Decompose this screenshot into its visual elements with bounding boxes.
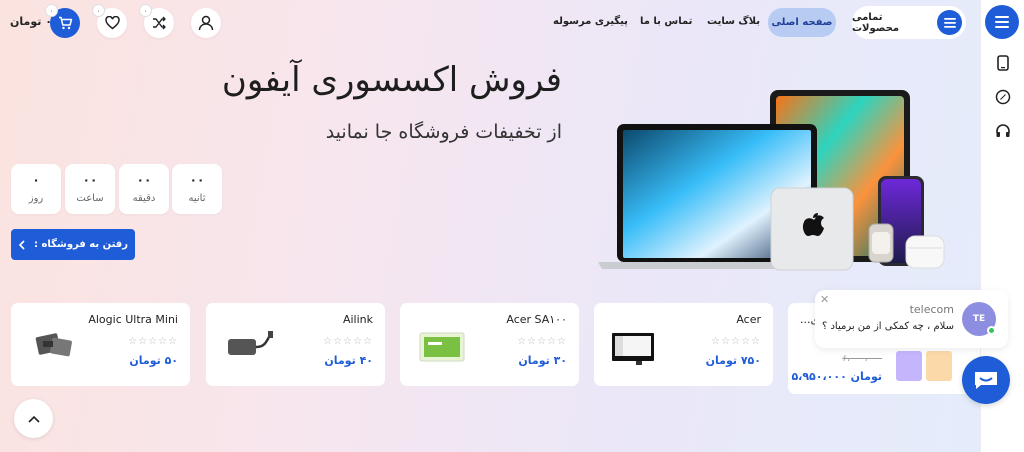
go-to-shop-label: رفتن به فروشگاه : [34, 239, 128, 250]
shuffle-icon [152, 16, 166, 30]
scroll-to-top-button[interactable] [14, 399, 53, 438]
product-image [228, 331, 273, 355]
product-card[interactable]: Ailink ☆☆☆☆☆ ۴۰ تومان [206, 303, 385, 386]
headphones-icon[interactable] [994, 122, 1012, 140]
chat-message: سلام ، چه کمکی از من برمیاد ؟ [821, 321, 954, 332]
compare-button[interactable]: ۰ [139, 4, 174, 38]
menu-icon [937, 10, 962, 35]
wishlist-button[interactable]: ۰ [92, 4, 127, 38]
product-image [419, 332, 465, 362]
product-price: ۴۰ تومان [324, 354, 373, 367]
countdown-days: ۰ روز [11, 164, 61, 214]
product-price: ۳۰ تومان [518, 354, 567, 367]
product-image [896, 351, 952, 381]
online-indicator [987, 326, 996, 335]
countdown-unit: ثانیه [188, 193, 206, 204]
nav-blog[interactable]: بلاگ سایت [707, 16, 760, 27]
countdown-unit: دقیقه [132, 193, 156, 204]
product-card[interactable]: Alogic Ultra Mini ☆☆☆☆☆ ۵۰ تومان [11, 303, 190, 386]
rail-menu-button[interactable] [985, 5, 1019, 39]
chat-icon [975, 372, 997, 389]
mobile-icon[interactable] [994, 54, 1012, 72]
product-name: Ailink [342, 313, 373, 326]
product-price: ۵،۹۵۰،۰۰۰ تومان [791, 370, 882, 383]
rating-stars: ☆☆☆☆☆ [323, 336, 373, 347]
hamburger-icon [995, 16, 1009, 28]
rating-stars: ☆☆☆☆☆ [711, 336, 761, 347]
countdown-unit: ساعت [76, 193, 104, 204]
heart-icon [104, 16, 120, 30]
product-image [612, 333, 654, 365]
user-icon [198, 15, 214, 31]
rating-stars: ☆☆☆☆☆ [517, 336, 567, 347]
hero-title: فروش اکسسوری آیفون [221, 60, 562, 100]
chat-popup[interactable]: ✕ telecom سلام ، چه کمکی از من برمیاد ؟ … [815, 290, 1008, 348]
nav-tracking[interactable]: پیگیری مرسوله [553, 16, 628, 27]
product-image [35, 333, 72, 357]
cart-count-badge: ۰ [45, 4, 58, 17]
nav-contact[interactable]: تماس با ما [640, 16, 692, 27]
apple-devices-image [598, 90, 945, 271]
wishlist-count-badge: ۰ [92, 4, 105, 17]
product-name: Acer SA۱۰۰ [506, 313, 567, 326]
hero-subtitle: از تخفیفات فروشگاه جا نمانید [325, 121, 562, 143]
product-old-price: ۶،۰۰۰،۰۰۰ [842, 354, 882, 364]
compare-count-badge: ۰ [139, 4, 152, 17]
all-products-label: تمامی محصولات [852, 11, 900, 34]
chat-agent-name: telecom [909, 303, 954, 316]
chevron-left-icon [18, 239, 25, 250]
product-price: ۵۰ تومان [129, 354, 178, 367]
compass-icon[interactable] [994, 88, 1012, 106]
cart-total: ۰ تومان [10, 15, 52, 28]
nav-home[interactable]: صفحه اصلی [768, 8, 836, 37]
countdown-hours: ۰۰ ساعت [65, 164, 115, 214]
countdown-value: ۰ [32, 173, 40, 187]
rating-stars: ☆☆☆☆☆ [128, 336, 178, 347]
go-to-shop-button[interactable]: رفتن به فروشگاه : [11, 229, 135, 260]
countdown-minutes: ۰۰ دقیقه [119, 164, 169, 214]
countdown-value: ۰۰ [82, 173, 98, 187]
product-price: ۷۵۰ تومان [705, 354, 761, 367]
chevron-up-icon [27, 415, 40, 423]
cart-button[interactable]: ۰ [45, 4, 80, 38]
cart-icon [58, 16, 72, 30]
account-button[interactable] [191, 8, 221, 38]
countdown-seconds: ۰۰ ثانیه [172, 164, 222, 214]
product-name: Alogic Ultra Mini [88, 313, 178, 326]
product-card[interactable]: Acer SA۱۰۰ ☆☆☆☆☆ ۳۰ تومان [400, 303, 579, 386]
all-products-button[interactable]: تمامی محصولات [852, 6, 966, 39]
countdown-value: ۰۰ [189, 173, 205, 187]
top-bar: ۰ تومان ۰ ۰ ۰ پیگیری مرسوله تماس با ما ب… [0, 0, 980, 46]
chat-button[interactable] [962, 356, 1010, 404]
product-name: Acer [736, 313, 761, 326]
product-card[interactable]: Acer ☆☆☆☆☆ ۷۵۰ تومان [594, 303, 773, 386]
countdown-unit: روز [28, 193, 44, 204]
close-icon[interactable]: ✕ [820, 293, 829, 306]
countdown-value: ۰۰ [136, 173, 152, 187]
